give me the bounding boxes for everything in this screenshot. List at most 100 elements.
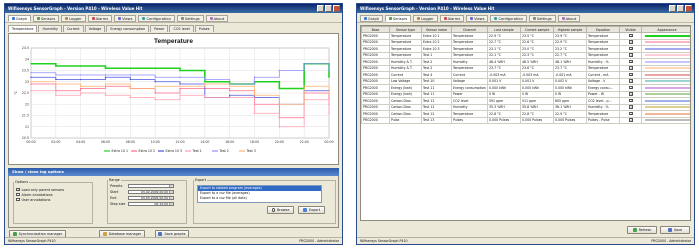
tab-about[interactable]: About (557, 15, 581, 22)
export-format-list[interactable]: Export to tabbed program (averages) Expor… (197, 185, 322, 203)
subtab-humidity[interactable]: Humidity (38, 25, 62, 32)
tab-alarms[interactable]: Alarms (439, 15, 465, 22)
tab-icon (364, 17, 367, 20)
checkbox[interactable]: ✓ (629, 118, 633, 122)
visible-checkbox[interactable]: ✓ (619, 116, 642, 124)
subtab-energy-consumption[interactable]: Energy consumption (106, 25, 150, 32)
range-label: Step size (110, 202, 126, 206)
minimize-button[interactable] (317, 5, 324, 12)
table-cell: Pulse (389, 116, 422, 124)
table-cell: PRG2000 (361, 116, 390, 124)
save-button[interactable]: Save (660, 226, 690, 234)
data-point (278, 103, 281, 105)
data-point (328, 69, 330, 72)
checkbox[interactable]: ✓ (629, 33, 633, 38)
tab-graph[interactable]: Graph (360, 15, 384, 22)
tab-configuration[interactable]: Configuration (138, 15, 175, 22)
checkbox[interactable]: ✓ (629, 53, 633, 57)
tab-icon (12, 17, 15, 20)
data-point (79, 74, 82, 76)
legend-label: Extra 10 2 (139, 149, 156, 153)
tab-label: Graph (368, 16, 380, 21)
tab-logger[interactable]: Logger (61, 15, 86, 22)
table-row[interactable]: PRG2000 Pulse Test 13 Pulses 0.000 Pulses 0.0… (361, 116, 690, 124)
maximize-button[interactable] (677, 5, 684, 12)
range-field[interactable]: 00:15:00 (128, 201, 174, 207)
checkbox[interactable] (16, 192, 20, 197)
browse-button[interactable]: Browse (267, 206, 294, 214)
checkbox[interactable]: ✓ (629, 111, 633, 116)
checkbox[interactable]: ✓ (629, 40, 633, 44)
tab-graph[interactable]: Graph (8, 15, 32, 22)
checkbox[interactable]: ✓ (629, 66, 633, 70)
checkbox[interactable]: ✓ (629, 72, 633, 77)
export-button[interactable]: Export (298, 206, 325, 214)
data-point (154, 67, 156, 69)
data-point (104, 83, 107, 85)
legend-label: Test 3 (246, 149, 256, 153)
checkbox[interactable]: ✓ (629, 59, 633, 64)
tab-configuration[interactable]: Configuration (490, 15, 527, 22)
x-tick-label: 14:00 (200, 140, 209, 144)
data-point (278, 69, 281, 72)
maximize-button[interactable] (325, 5, 332, 12)
checkbox[interactable]: ✓ (629, 46, 633, 51)
tab-views[interactable]: Views (466, 15, 489, 22)
checkbox[interactable]: ✓ (629, 98, 633, 103)
tab-label: Graph (16, 16, 28, 21)
tab-icon (118, 17, 122, 20)
subtab-pulses[interactable]: Pulses (194, 25, 214, 32)
subtab-co2-level[interactable]: CO2 level (169, 25, 194, 32)
subtab-current[interactable]: Current (62, 25, 84, 32)
tab-label: About (565, 16, 577, 21)
tab-logger[interactable]: Logger (413, 15, 438, 22)
range-row: Step size 00:15:00 (110, 201, 186, 207)
minimize-button[interactable] (669, 5, 676, 12)
checkbox[interactable]: ✓ (629, 79, 633, 83)
close-button[interactable] (685, 5, 692, 12)
y-tick-label: 22.5 (22, 91, 29, 95)
tab-settings[interactable]: Settings (176, 15, 204, 22)
dropdown-arrow-icon[interactable] (169, 202, 173, 206)
option-row[interactable]: User annotations (16, 197, 92, 202)
refresh-button[interactable]: Refresh (627, 226, 657, 234)
window-title-bar[interactable]: Wifisensys SensorGraph - Version P410 - … (357, 4, 694, 13)
close-button[interactable] (333, 5, 340, 12)
status-right: PRG2000 - Administrator (299, 239, 339, 243)
checkbox[interactable] (16, 197, 20, 202)
checkbox[interactable]: ✓ (629, 85, 633, 90)
options-toggle-header[interactable]: Show / close log options (8, 168, 339, 176)
data-point (154, 76, 156, 78)
tab-views[interactable]: Views (114, 15, 137, 22)
checkbox[interactable]: ✓ (629, 92, 633, 96)
tab-alarms[interactable]: Alarms (87, 15, 113, 22)
tab-settings[interactable]: Settings (528, 15, 556, 22)
subtab-voltage[interactable]: Voltage (84, 25, 106, 32)
data-point (30, 83, 32, 85)
x-tick-label: 06:00 (101, 140, 110, 144)
data-point (204, 96, 206, 99)
tab-icon (561, 17, 565, 20)
dropdown-arrow-icon[interactable] (169, 196, 173, 200)
data-point (79, 85, 82, 87)
data-point (303, 63, 305, 65)
tab-sensors[interactable]: Sensors (33, 15, 60, 22)
appearance-swatch[interactable] (641, 116, 690, 124)
range-field[interactable]: 03-02-2009 00:00 (128, 189, 174, 195)
export-label: Export (308, 208, 321, 212)
data-point (228, 94, 231, 96)
export-option[interactable]: Export to a csv file (all data) (198, 196, 321, 201)
checkbox[interactable]: ✓ (16, 187, 20, 192)
range-field[interactable] (128, 183, 174, 189)
tab-sensors[interactable]: Sensors (385, 15, 412, 22)
export-icon (302, 208, 307, 212)
window-title-bar[interactable]: Wifisensys SensorGraph - Version P410 - … (5, 4, 342, 13)
range-field[interactable]: 03-03-2009 00:00 (128, 195, 174, 201)
checkbox[interactable]: ✓ (629, 105, 633, 109)
subtab-power[interactable]: Power (150, 25, 169, 32)
tab-about[interactable]: About (205, 15, 229, 22)
dropdown-arrow-icon[interactable] (169, 184, 173, 188)
dropdown-arrow-icon[interactable] (169, 190, 173, 194)
subtab-temperature[interactable]: Temperature (8, 25, 38, 32)
refresh-icon (632, 228, 637, 232)
